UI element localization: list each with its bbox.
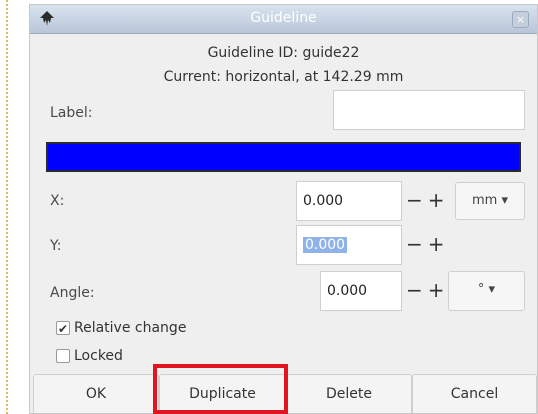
angle-stepper: − + <box>406 271 450 309</box>
x-input[interactable]: 0.000 <box>296 181 402 221</box>
angle-unit-dropdown[interactable]: ° ▾ <box>448 271 525 311</box>
label-input[interactable] <box>333 90 525 130</box>
ok-button[interactable]: OK <box>33 374 159 413</box>
title-bar[interactable]: Guideline × <box>30 5 537 34</box>
y-increment-button[interactable]: + <box>428 232 445 256</box>
checkmark-icon: ✔ <box>56 321 70 336</box>
x-increment-button[interactable]: + <box>428 188 445 212</box>
y-input[interactable]: 0.000 <box>296 225 402 265</box>
close-icon[interactable]: × <box>512 11 529 28</box>
unchecked-box-icon <box>56 349 70 363</box>
window-title: Guideline <box>250 10 317 26</box>
label-field-label: Label: <box>50 105 93 121</box>
y-stepper: − + <box>406 225 450 263</box>
angle-increment-button[interactable]: + <box>428 278 445 302</box>
relative-change-label: Relative change <box>74 320 187 336</box>
angle-label: Angle: <box>50 285 95 301</box>
y-label: Y: <box>50 238 62 254</box>
x-stepper: − + <box>406 181 450 219</box>
guide-color-button[interactable] <box>46 142 521 172</box>
locked-checkbox[interactable]: Locked <box>56 347 123 365</box>
y-decrement-button[interactable]: − <box>406 232 423 256</box>
current-position-text: Current: horizontal, at 142.29 mm <box>163 69 404 85</box>
relative-change-checkbox[interactable]: ✔ Relative change <box>56 319 186 337</box>
guideline-dialog: Guideline × Guideline ID: guide22 Curren… <box>29 4 538 414</box>
locked-label: Locked <box>74 348 123 364</box>
x-label: X: <box>50 193 65 209</box>
canvas-edge-dotted-line <box>6 0 8 414</box>
guideline-id-text: Guideline ID: guide22 <box>207 45 360 61</box>
duplicate-button[interactable]: Duplicate <box>159 374 286 413</box>
y-input-selected-text: 0.000 <box>303 237 348 253</box>
screenshot-page: Guideline × Guideline ID: guide22 Curren… <box>0 0 538 414</box>
x-decrement-button[interactable]: − <box>406 188 423 212</box>
delete-button[interactable]: Delete <box>286 374 412 413</box>
angle-decrement-button[interactable]: − <box>406 278 423 302</box>
cancel-button[interactable]: Cancel <box>412 374 537 413</box>
angle-input[interactable]: 0.000 <box>320 271 402 311</box>
unit-dropdown[interactable]: mm ▾ <box>455 182 525 220</box>
